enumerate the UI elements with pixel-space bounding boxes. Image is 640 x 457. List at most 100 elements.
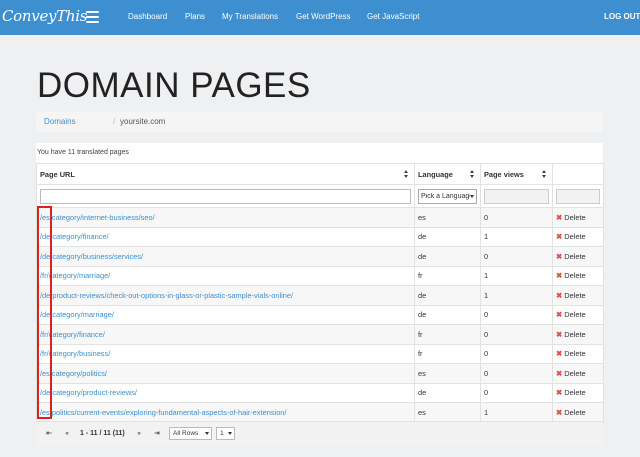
page-views-cell: 1	[480, 226, 553, 247]
table-row: /de/category/marriage/de 0 ✖ Delete	[36, 304, 604, 325]
page-url-link[interactable]: /fr/category/marriage/	[40, 271, 110, 280]
delete-button[interactable]: ✖ Delete	[552, 246, 604, 267]
first-page-icon[interactable]: ⇤	[42, 428, 56, 440]
nav-get-javascript[interactable]: Get JavaScript	[367, 12, 419, 21]
delete-label: Delete	[564, 212, 586, 222]
delete-button[interactable]: ✖ Delete	[552, 304, 604, 325]
delete-button[interactable]: ✖ Delete	[552, 363, 604, 384]
table-row: /es/category/internet-business/seo/es 0 ✖ D…	[36, 207, 604, 228]
close-icon: ✖	[556, 232, 563, 242]
page-url-link[interactable]: /de/category/marriage/	[40, 310, 114, 319]
close-icon: ✖	[556, 407, 563, 417]
page-url-cell: /es/politics/current-events/exploring-fu…	[36, 402, 415, 423]
language-filter-select[interactable]: Pick a Language	[418, 188, 477, 204]
nav-plans[interactable]: Plans	[185, 12, 205, 21]
delete-button[interactable]: ✖ Delete	[552, 343, 604, 364]
close-icon: ✖	[556, 388, 563, 398]
delete-label: Delete	[564, 251, 586, 261]
table-row: /fr/category/business/fr 0 ✖ Delete	[36, 343, 604, 364]
delete-label: Delete	[564, 368, 586, 378]
url-filter-input[interactable]	[40, 188, 411, 204]
rows-per-page-select[interactable]: All Rows	[169, 427, 212, 440]
sort-icon[interactable]	[470, 170, 475, 178]
table-row: /fr/category/finance/fr 0 ✖ Delete	[36, 324, 604, 345]
delete-label: Delete	[564, 271, 586, 281]
page-views-cell: 1	[480, 285, 553, 306]
language-cell: fr	[414, 343, 481, 364]
page-url-cell: /fr/category/finance/	[36, 324, 415, 345]
page-url-link[interactable]: /fr/category/finance/	[40, 330, 105, 339]
conveythis-logo[interactable]: ConveyThis	[2, 7, 87, 25]
table-row: /fr/category/marriage/fr 1 ✖ Delete	[36, 265, 604, 286]
pages-table: Page URL Language Page views Pick a Lang…	[36, 163, 604, 423]
page-url-cell: /de/category/product-reviews/	[36, 382, 415, 403]
delete-label: Delete	[564, 310, 586, 320]
sort-icon[interactable]	[542, 170, 547, 178]
page-url-cell: /de/category/marriage/	[36, 304, 415, 325]
delete-button[interactable]: ✖ Delete	[552, 382, 604, 403]
close-icon: ✖	[556, 271, 563, 281]
page-url-cell: /de/category/business/services/	[36, 246, 415, 267]
chevron-down-icon	[205, 432, 209, 435]
page-title: DOMAIN PAGES	[37, 66, 311, 105]
logout-link[interactable]: LOG OUT	[604, 12, 640, 21]
page-views-cell: 0	[480, 363, 553, 384]
delete-button[interactable]: ✖ Delete	[552, 226, 604, 247]
column-header-page-url[interactable]: Page URL	[36, 163, 415, 185]
page-url-cell: /es/category/politics/	[36, 363, 415, 384]
nav-get-wordpress[interactable]: Get WordPress	[296, 12, 351, 21]
breadcrumb-separator: /	[113, 117, 116, 126]
page-url-link[interactable]: /es/category/internet-business/seo/	[40, 213, 155, 222]
column-header-actions	[552, 163, 604, 185]
close-icon: ✖	[556, 349, 563, 359]
table-row: /de/category/finance/de 1 ✖ Delete	[36, 226, 604, 247]
previous-page-icon[interactable]: «	[60, 428, 74, 440]
page-url-link[interactable]: /de/product-reviews/check-out-options-in…	[40, 291, 293, 300]
views-filter-input[interactable]	[484, 188, 549, 204]
delete-button[interactable]: ✖ Delete	[552, 285, 604, 306]
nav-dashboard[interactable]: Dashboard	[128, 12, 167, 21]
hamburger-menu-icon[interactable]	[86, 11, 99, 23]
page-url-link[interactable]: /de/category/business/services/	[40, 252, 143, 261]
page-views-cell: 1	[480, 402, 553, 423]
next-page-icon[interactable]: »	[132, 428, 146, 440]
delete-button[interactable]: ✖ Delete	[552, 324, 604, 345]
breadcrumb: Domains / yoursite.com	[36, 112, 603, 132]
page-views-cell: 0	[480, 343, 553, 364]
language-cell: es	[414, 363, 481, 384]
delete-button[interactable]: ✖ Delete	[552, 207, 604, 228]
delete-button[interactable]: ✖ Delete	[552, 402, 604, 423]
page-views-cell: 0	[480, 304, 553, 325]
language-cell: fr	[414, 324, 481, 345]
page-number-select[interactable]: 1	[216, 427, 235, 440]
page-views-cell: 0	[480, 382, 553, 403]
page-url-link[interactable]: /de/category/product-reviews/	[40, 388, 137, 397]
nav-my-translations[interactable]: My Translations	[222, 12, 278, 21]
table-row: /de/category/business/services/de 0 ✖ Delet…	[36, 246, 604, 267]
delete-label: Delete	[564, 349, 586, 359]
close-icon: ✖	[556, 310, 563, 320]
language-filter-placeholder: Pick a Language	[421, 192, 470, 200]
sort-icon[interactable]	[404, 170, 409, 178]
delete-button[interactable]: ✖ Delete	[552, 265, 604, 286]
language-cell: fr	[414, 265, 481, 286]
delete-label: Delete	[564, 290, 586, 300]
chevron-down-icon	[470, 194, 474, 198]
language-cell: es	[414, 402, 481, 423]
page-url-cell: /fr/category/business/	[36, 343, 415, 364]
breadcrumb-domains-link[interactable]: Domains	[44, 112, 76, 132]
page-url-cell: /es/category/internet-business/seo/	[36, 207, 415, 228]
delete-label: Delete	[564, 388, 586, 398]
column-header-language[interactable]: Language	[414, 163, 481, 185]
page-url-link[interactable]: /de/category/finance/	[40, 232, 109, 241]
pagination-info: 1 - 11 / 11 (11)	[80, 430, 125, 437]
pages-panel: You have 11 translated pages Page URL La…	[36, 143, 604, 446]
close-icon: ✖	[556, 329, 563, 339]
page-url-link[interactable]: /fr/category/business/	[40, 349, 110, 358]
column-header-page-views[interactable]: Page views	[480, 163, 553, 185]
close-icon: ✖	[556, 212, 563, 222]
actions-filter-input[interactable]	[556, 188, 600, 204]
page-url-link[interactable]: /es/category/politics/	[40, 369, 107, 378]
last-page-icon[interactable]: ⇥	[150, 428, 164, 440]
page-url-link[interactable]: /es/politics/current-events/exploring-fu…	[40, 408, 286, 417]
